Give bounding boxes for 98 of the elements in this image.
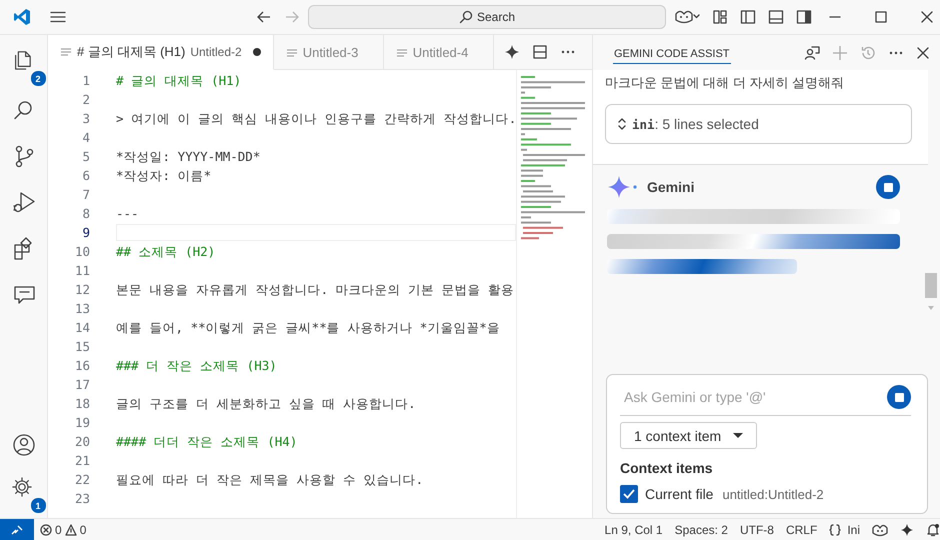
code-line: 본문 내용을 자유롭게 작성합니다. 마크다운의 기본 문법을 활용	[116, 281, 514, 299]
line-number: 20	[74, 434, 91, 449]
code-line: > 여기에 이 글의 핵심 내용이나 인용구를 간략하게 작성합니다.	[116, 110, 516, 128]
code-line: *작성자: 이름*	[116, 167, 212, 185]
code-line: 글의 구조를 더 세분화하고 싶을 때 사용합니다.	[116, 395, 416, 413]
language-label: Ini	[847, 522, 860, 536]
checkbox[interactable]	[620, 485, 638, 503]
line-number: 6	[81, 168, 91, 183]
line-number: 21	[74, 453, 91, 468]
account-icon[interactable]	[10, 432, 36, 458]
menu-icon[interactable]	[50, 9, 66, 25]
code-line: # 글의 대제목 (H1)	[116, 72, 242, 90]
line-number: 10	[74, 244, 91, 259]
line-number: 9	[81, 225, 91, 240]
context-item-label: Current file	[645, 486, 714, 502]
problems-indicator[interactable]: 0 0	[34, 518, 92, 540]
panel-tab[interactable]: GEMINI CODE ASSIST	[613, 42, 731, 64]
tab-title: Untitled-4	[412, 45, 468, 60]
context-dropdown[interactable]: 1 context item	[620, 422, 758, 449]
file-lines-icon	[286, 46, 298, 58]
code-line: ### 더 작은 소제목 (H3)	[116, 357, 277, 375]
search-bar[interactable]: Search	[308, 5, 666, 29]
warning-count: 0	[80, 522, 86, 536]
line-number: 7	[81, 187, 91, 202]
assistant-name: Gemini	[647, 179, 694, 195]
context-item-path: untitled:Untitled-2	[722, 486, 824, 502]
notification-bell-icon[interactable]	[926, 522, 940, 536]
line-number: 14	[74, 320, 91, 335]
count-badge: 1	[30, 497, 46, 514]
count-badge: 2	[30, 70, 46, 87]
remote-icon	[11, 524, 23, 536]
layout-panels-icon[interactable]	[712, 9, 728, 25]
caret-icon	[733, 432, 744, 438]
sparkle-icon	[607, 175, 639, 199]
selection-summary: : 5 lines selected	[654, 116, 759, 132]
status-item[interactable]: Ln 9, Col 1	[598, 518, 669, 540]
line-number: 8	[81, 206, 91, 221]
user-message: 마크다운 문법에 대해 더 자세히 설명해줘	[605, 74, 846, 92]
sparkle-icon[interactable]	[504, 44, 520, 60]
close-icon[interactable]	[916, 46, 930, 60]
section-heading: Context items	[620, 460, 714, 476]
line-number: 2	[81, 92, 91, 107]
language-label: ini	[632, 116, 655, 132]
code-line: 예를 들어, **이렇게 굵은 글씨**를 사용하거나 *기울임꼴*을	[116, 319, 500, 337]
tab-description: Untitled-2	[190, 45, 242, 59]
line-number: 4	[81, 130, 91, 145]
person-feedback-icon[interactable]	[804, 44, 820, 60]
line-number: 1	[81, 73, 91, 88]
line-number: 19	[74, 415, 91, 430]
stop-button[interactable]	[876, 175, 900, 199]
close-icon	[921, 11, 933, 23]
tab-title: Untitled-3	[302, 45, 358, 60]
remote-button[interactable]	[0, 518, 34, 540]
file-lines-icon	[60, 46, 72, 58]
maximize-icon	[875, 11, 887, 23]
secondary-sidebar-icon[interactable]	[796, 9, 812, 25]
split-editor-icon[interactable]	[532, 44, 548, 60]
chat-input[interactable]: Ask Gemini or type '@'	[620, 389, 887, 405]
error-icon	[40, 524, 52, 536]
stop-button[interactable]	[887, 385, 911, 409]
app-logo	[13, 8, 31, 26]
line-number: 17	[74, 377, 91, 392]
primary-sidebar-icon[interactable]	[740, 9, 756, 25]
expand-icon	[618, 117, 626, 131]
unsaved-dot	[252, 48, 261, 56]
line-number: 22	[74, 472, 91, 487]
line-number: 12	[74, 282, 91, 297]
code-line: #### 더더 작은 소제목 (H4)	[116, 433, 298, 451]
line-number: 13	[74, 301, 91, 316]
file-lines-icon	[396, 46, 408, 58]
code-line: ---	[116, 205, 139, 223]
line-number: 23	[74, 491, 91, 506]
tab-title: # 글의 대제목 (H1)	[77, 43, 186, 61]
panel-toggle-icon[interactable]	[768, 9, 784, 25]
error-count: 0	[55, 522, 62, 536]
code-line: ## 소제목 (H2)	[116, 243, 216, 261]
search-icon	[458, 10, 473, 24]
line-number: 11	[74, 263, 91, 278]
status-item[interactable]: UTF-8	[734, 518, 780, 540]
line-number: 5	[81, 149, 91, 164]
code-line: 필요에 따라 더 작은 제목을 사용할 수 있습니다.	[116, 471, 424, 489]
status-item[interactable]: CRLF	[780, 518, 824, 540]
line-number: 3	[81, 111, 91, 126]
editor-tab[interactable]: # 글의 대제목 (H1) Untitled-2	[48, 35, 274, 70]
assistant-robot-icon[interactable]	[872, 522, 888, 536]
back-arrow-icon[interactable]	[256, 9, 272, 25]
line-number: 18	[74, 396, 91, 411]
code-line: *작성일: YYYY-MM-DD*	[116, 148, 260, 166]
line-number: 15	[74, 339, 91, 354]
line-number: 16	[74, 358, 91, 373]
selection-chip[interactable]: ini: 5 lines selected	[605, 104, 912, 144]
assistant-robot-icon[interactable]	[674, 9, 700, 25]
sparkle-icon[interactable]	[900, 522, 914, 536]
settings-icon[interactable]	[12, 477, 32, 497]
warning-icon	[64, 524, 77, 536]
braces-icon	[829, 524, 842, 536]
language-mode[interactable]: Ini	[823, 518, 866, 540]
status-item[interactable]: Spaces: 2	[668, 518, 734, 540]
